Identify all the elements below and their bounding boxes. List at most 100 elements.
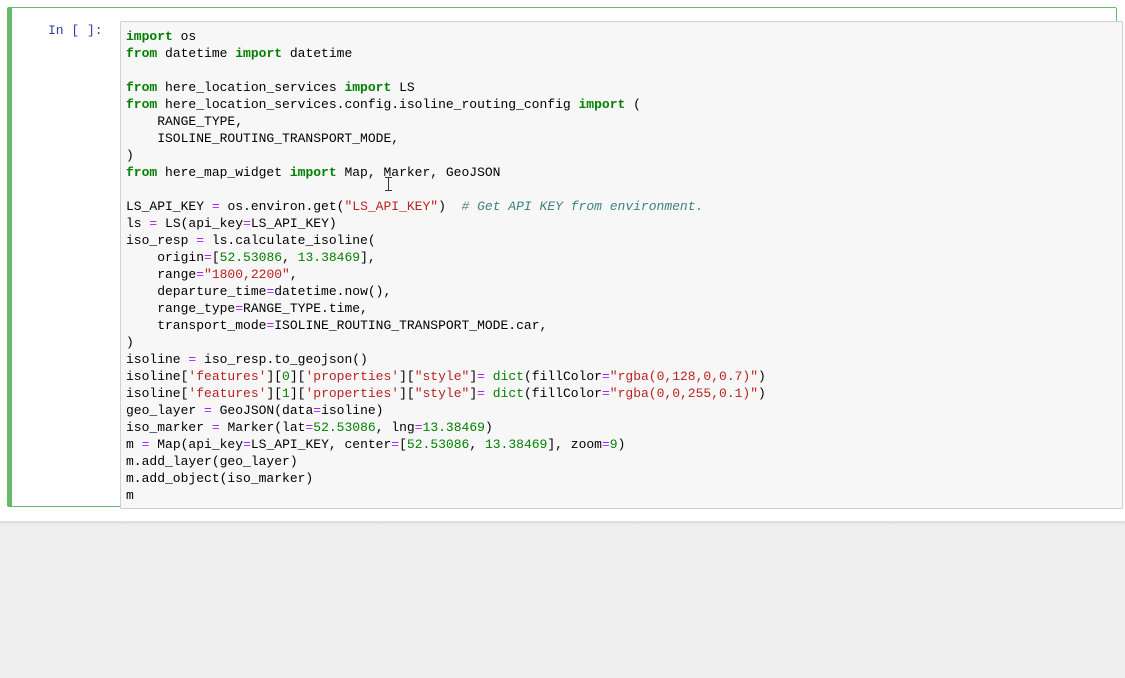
- code-token-op: =: [601, 386, 610, 401]
- code-token-number: 13.38469: [297, 250, 361, 265]
- code-token-plain: Map(api_key: [149, 437, 244, 452]
- code-line[interactable]: range="1800,2200",: [126, 266, 766, 283]
- code-token-keyword: from: [126, 80, 158, 95]
- code-token-plain: Map, Marker, GeoJSON: [336, 165, 501, 180]
- code-line[interactable]: m: [126, 487, 766, 504]
- code-token-plain: transport_mode: [126, 318, 267, 333]
- code-token-plain: LS(api_key: [157, 216, 244, 231]
- code-token-plain: ,: [289, 267, 298, 282]
- code-token-op: =: [211, 199, 220, 214]
- code-token-plain: RANGE_TYPE.time,: [243, 301, 368, 316]
- code-line[interactable]: from datetime import datetime: [126, 45, 766, 62]
- code-cell[interactable]: In [ ]: import os from datetime import da…: [7, 7, 1123, 509]
- code-token-op: =: [601, 369, 610, 384]
- code-content[interactable]: import os from datetime import datetime f…: [126, 28, 766, 504]
- code-token-plain: here_map_widget: [157, 165, 290, 180]
- code-line[interactable]: ISOLINE_ROUTING_TRANSPORT_MODE,: [126, 130, 766, 147]
- code-token-plain: ): [758, 386, 766, 401]
- code-token-plain: ls: [126, 216, 150, 231]
- code-token-op: =: [204, 250, 212, 265]
- code-token-string: "style": [414, 386, 470, 401]
- code-token-string: 'features': [188, 369, 267, 384]
- code-token-keyword: import: [289, 165, 337, 180]
- code-token-plain: m.add_object(iso_marker): [126, 471, 314, 486]
- code-token-plain: range: [126, 267, 197, 282]
- code-token-op: =: [243, 437, 251, 452]
- code-token-plain: range_type: [126, 301, 236, 316]
- code-token-plain: datetime: [157, 46, 236, 61]
- code-token-plain: ISOLINE_ROUTING_TRANSPORT_MODE,: [126, 131, 400, 146]
- code-line[interactable]: transport_mode=ISOLINE_ROUTING_TRANSPORT…: [126, 317, 766, 334]
- code-token-plain: LS_API_KEY: [126, 199, 212, 214]
- code-token-plain: datetime.now(),: [274, 284, 392, 299]
- code-token-number: 52.53086: [406, 437, 470, 452]
- code-token-op: =: [477, 386, 485, 401]
- code-line[interactable]: from here_map_widget import Map, Marker,…: [126, 164, 766, 181]
- code-token-plain: iso_resp.to_geojson(): [196, 352, 368, 367]
- code-line[interactable]: from here_location_services.config.isoli…: [126, 96, 766, 113]
- code-line[interactable]: origin=[52.53086, 13.38469],: [126, 249, 766, 266]
- code-token-number: 13.38469: [484, 437, 548, 452]
- code-token-plain: ][: [266, 369, 283, 384]
- code-token-op: =: [235, 301, 244, 316]
- code-token-plain: isoline): [321, 403, 384, 418]
- code-token-op: =: [196, 233, 205, 248]
- code-token-plain: departure_time: [126, 284, 267, 299]
- code-line[interactable]: ): [126, 147, 766, 164]
- code-line[interactable]: range_type=RANGE_TYPE.time,: [126, 300, 766, 317]
- code-line[interactable]: m = Map(api_key=LS_API_KEY, center=[52.5…: [126, 436, 766, 453]
- code-token-keyword: import: [578, 97, 626, 112]
- code-token-op: =: [243, 216, 251, 231]
- code-editor[interactable]: import os from datetime import datetime f…: [120, 21, 1123, 509]
- code-line[interactable]: iso_marker = Marker(lat=52.53086, lng=13…: [126, 419, 766, 436]
- code-line[interactable]: isoline['features'][1]['properties']["st…: [126, 385, 766, 402]
- code-token-plain: ][: [289, 369, 306, 384]
- code-token-plain: LS: [391, 80, 415, 95]
- code-token-keyword: from: [126, 165, 158, 180]
- code-token-plain: ]: [469, 386, 478, 401]
- code-line[interactable]: LS_API_KEY = os.environ.get("LS_API_KEY"…: [126, 198, 766, 215]
- code-token-string: "rgba(0,128,0,0.7)": [609, 369, 759, 384]
- code-token-op: =: [204, 403, 212, 418]
- code-line[interactable]: m.add_layer(geo_layer): [126, 453, 766, 470]
- code-line[interactable]: RANGE_TYPE,: [126, 113, 766, 130]
- code-token-plain: ], zoom: [547, 437, 602, 452]
- code-token-plain: iso_marker: [126, 420, 212, 435]
- code-token-string: "1800,2200": [204, 267, 290, 282]
- code-token-plain: origin: [126, 250, 205, 265]
- code-token-plain: ISOLINE_ROUTING_TRANSPORT_MODE.car,: [274, 318, 548, 333]
- code-line[interactable]: import os: [126, 28, 766, 45]
- code-token-builtin: dict: [492, 386, 524, 401]
- code-token-plain: (: [625, 97, 641, 112]
- code-token-plain: Marker(lat: [219, 420, 306, 435]
- code-line[interactable]: geo_layer = GeoJSON(data=isoline): [126, 402, 766, 419]
- code-token-plain: ][: [399, 386, 415, 401]
- code-token-keyword: from: [126, 46, 158, 61]
- code-token-plain: LS_API_KEY, center: [250, 437, 392, 452]
- code-token-plain: here_location_services.config.isoline_ro…: [157, 97, 579, 112]
- code-token-string: "LS_API_KEY": [344, 199, 439, 214]
- code-line[interactable]: [126, 181, 766, 198]
- code-token-keyword: from: [126, 97, 158, 112]
- code-token-plain: [: [211, 250, 220, 265]
- code-line[interactable]: ls = LS(api_key=LS_API_KEY): [126, 215, 766, 232]
- code-token-plain: here_location_services: [157, 80, 345, 95]
- code-line[interactable]: from here_location_services import LS: [126, 79, 766, 96]
- code-line[interactable]: [126, 62, 766, 79]
- code-token-builtin: dict: [492, 369, 524, 384]
- code-token-plain: iso_resp: [126, 233, 197, 248]
- code-line[interactable]: ): [126, 334, 766, 351]
- code-line[interactable]: iso_resp = ls.calculate_isoline(: [126, 232, 766, 249]
- code-line[interactable]: isoline['features'][0]['properties']["st…: [126, 368, 766, 385]
- code-token-plain: ): [758, 369, 766, 384]
- code-token-string: 'properties': [305, 386, 400, 401]
- code-token-string: "rgba(0,0,255,0.1)": [609, 386, 759, 401]
- page-divider: [0, 521, 1125, 525]
- code-token-op: =: [601, 437, 610, 452]
- code-line[interactable]: departure_time=datetime.now(),: [126, 283, 766, 300]
- code-token-plain: ): [484, 420, 493, 435]
- code-token-comment: # Get API KEY from environment.: [461, 199, 704, 214]
- code-line[interactable]: m.add_object(iso_marker): [126, 470, 766, 487]
- code-line[interactable]: isoline = iso_resp.to_geojson(): [126, 351, 766, 368]
- code-token-plain: RANGE_TYPE,: [126, 114, 244, 129]
